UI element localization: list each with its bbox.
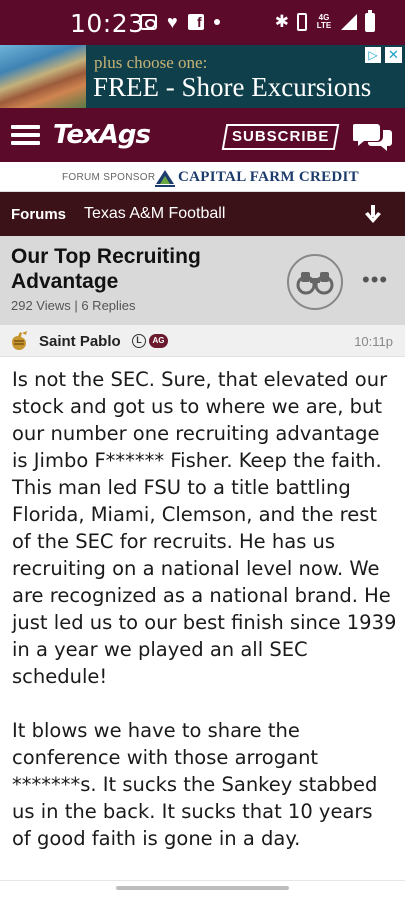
dot-icon [213, 19, 220, 25]
menu-icon[interactable] [11, 125, 40, 145]
thread-header: Our Top Recruiting Advantage 292 Views |… [0, 236, 405, 325]
arrow-down-icon[interactable] [364, 204, 382, 224]
sponsor-label: FORUM SPONSOR [62, 172, 156, 183]
subscribe-button[interactable]: SUBSCRIBE [221, 124, 340, 150]
status-bar: 10:23 ♥ f ✱ 4G LTE [0, 0, 405, 45]
site-header: TexAgs SUBSCRIBE [0, 108, 405, 162]
ad-tagline[interactable]: plus choose one: [94, 53, 207, 73]
ad-banner[interactable]: plus choose one: FREE - Shore Excursions… [0, 45, 405, 108]
status-notification-icons: ♥ f [140, 12, 220, 32]
ad-close-icon[interactable]: ✕ [385, 47, 402, 63]
post-paragraph: It blows we have to share the conference… [12, 719, 378, 850]
breadcrumb: Forums Texas A&M Football [0, 192, 405, 236]
lifetime-badge: L [132, 334, 146, 348]
divider [0, 880, 405, 881]
vibrate-icon [297, 13, 307, 31]
status-time: 10:23 [70, 9, 145, 38]
bluetooth-icon: ✱ [274, 12, 289, 31]
site-logo[interactable]: TexAgs [53, 120, 151, 150]
battery-icon [365, 9, 375, 32]
post-time: 10:11p [354, 334, 393, 349]
status-system-icons: ✱ 4G LTE [274, 9, 375, 32]
thread-title: Our Top Recruiting Advantage [11, 245, 201, 293]
ad-choices-icon[interactable]: ▷ [365, 47, 381, 63]
camera-icon [140, 14, 157, 30]
avatar[interactable] [8, 330, 30, 352]
forum-sponsor-bar[interactable]: FORUM SPONSOR CAPITAL FARM CREDIT [0, 162, 405, 192]
chat-icon[interactable] [353, 121, 393, 153]
post-body: Is not the SEC. Sure, that elevated our … [12, 366, 397, 879]
ad-image[interactable] [0, 45, 86, 108]
post-paragraph: Is not the SEC. Sure, that elevated our … [12, 368, 397, 688]
post-header: Saint Pablo L AG 10:11p [0, 325, 405, 357]
capital-farm-credit-logo-icon [155, 170, 175, 187]
signal-icon [341, 14, 357, 30]
post-author[interactable]: Saint Pablo [39, 333, 121, 350]
sponsor-name: CAPITAL FARM CREDIT [178, 169, 359, 185]
more-options-icon[interactable]: ••• [362, 269, 387, 291]
gesture-navigation-bar[interactable] [116, 886, 289, 890]
breadcrumb-board-link[interactable]: Texas A&M Football [84, 205, 225, 223]
network-type-label: 4G LTE [316, 13, 332, 30]
binoculars-icon [296, 272, 334, 295]
ag-badge: AG [149, 334, 168, 348]
heart-icon: ♥ [167, 12, 178, 32]
facebook-icon: f [187, 14, 204, 30]
breadcrumb-forums-link[interactable]: Forums [11, 206, 66, 223]
ad-headline[interactable]: FREE - Shore Excursions [93, 72, 371, 103]
subscribe-label: SUBSCRIBE [231, 128, 330, 145]
watch-thread-button[interactable] [287, 254, 343, 310]
thread-meta: 292 Views | 6 Replies [11, 298, 136, 313]
